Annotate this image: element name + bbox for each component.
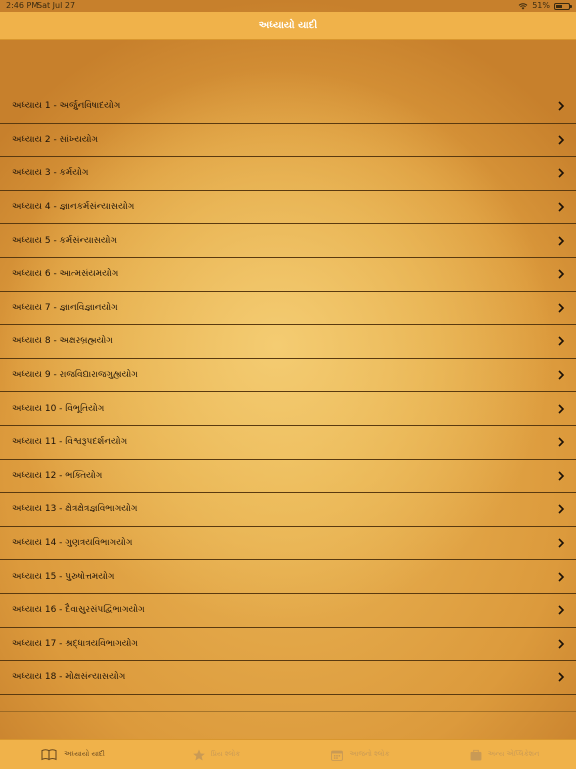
chevron-right-icon bbox=[558, 572, 565, 582]
chapter-label: અધ્યાય 4 - જ્ઞાનકર્મસંન્યાસયોગ bbox=[12, 202, 135, 213]
chevron-right-icon bbox=[558, 135, 565, 145]
chapter-label: અધ્યાય 12 - ભક્તિયોગ bbox=[12, 470, 103, 481]
chapter-label: અધ્યાય 3 - કર્મયોગ bbox=[12, 168, 89, 179]
book-icon bbox=[39, 748, 59, 762]
chapter-label: અધ્યાય 17 - શ્રદ્ધાત્રયવિભાગયોગ bbox=[12, 638, 138, 649]
chapter-label: અધ્યાય 11 - વિશ્વરૂપદર્શનયોગ bbox=[12, 437, 128, 448]
chevron-right-icon bbox=[558, 269, 565, 279]
chevron-right-icon bbox=[558, 168, 565, 179]
chapter-row[interactable]: અધ્યાય 4 - જ્ઞાનકર્મસંન્યાસયોગ bbox=[0, 191, 576, 225]
chapter-label: અધ્યાય 8 - અક્ષરબ્રહ્મયોગ bbox=[12, 336, 113, 347]
navigation-bar: અધ્યાયો યાદી bbox=[0, 12, 576, 40]
status-date: Sat Jul 27 bbox=[37, 1, 76, 10]
chevron-right-icon bbox=[558, 370, 565, 380]
chapter-row[interactable]: અધ્યાય 2 - સાંખ્યયોગ bbox=[0, 124, 576, 158]
tab-label: અધ્યાયો યાદી bbox=[64, 750, 105, 758]
chevron-right-icon bbox=[558, 471, 565, 481]
wifi-icon bbox=[518, 2, 528, 9]
list-bottom-divider bbox=[0, 711, 576, 712]
battery-icon bbox=[554, 2, 572, 10]
status-bar: 2:46 PM Sat Jul 27 51% bbox=[0, 0, 576, 12]
chapter-row[interactable]: અધ્યાય 10 - વિભૂતિયોગ bbox=[0, 392, 576, 426]
tab-calendar[interactable]: આજનો શ્લોક bbox=[288, 740, 432, 769]
chevron-right-icon bbox=[558, 404, 565, 414]
status-right: 51% bbox=[518, 0, 572, 12]
chevron-right-icon bbox=[558, 437, 565, 447]
tab-star[interactable]: પ્રિય શ્લોક bbox=[144, 740, 288, 769]
chapter-label: અધ્યાય 18 - મોક્ષસંન્યાસયોગ bbox=[12, 672, 126, 683]
chevron-right-icon bbox=[558, 101, 565, 111]
star-icon bbox=[192, 748, 206, 762]
chapter-row[interactable]: અધ્યાય 9 - રાજવિદ્યારાજગુહ્યયોગ bbox=[0, 359, 576, 393]
chapter-row[interactable]: અધ્યાય 8 - અક્ષરબ્રહ્મયોગ bbox=[0, 325, 576, 359]
battery-percent: 51% bbox=[532, 1, 550, 10]
chapter-row[interactable]: અધ્યાય 1 - અર્જુનવિષાદયોગ bbox=[0, 90, 576, 124]
tab-label: પ્રિય શ્લોક bbox=[210, 750, 241, 758]
apps-icon bbox=[469, 748, 483, 762]
chevron-right-icon bbox=[558, 538, 565, 548]
chapter-row[interactable]: અધ્યાય 6 - આત્મસંયમયોગ bbox=[0, 258, 576, 292]
chapter-label: અધ્યાય 15 - પુરુષોત્તમયોગ bbox=[12, 571, 115, 582]
chapter-row[interactable]: અધ્યાય 14 - ગુણત્રયવિભાગયોગ bbox=[0, 527, 576, 561]
chapter-label: અધ્યાય 16 - દૈવાસુરસંપદ્વિભાગયોગ bbox=[12, 605, 145, 616]
chevron-right-icon bbox=[558, 639, 565, 649]
chapter-row[interactable]: અધ્યાય 11 - વિશ્વરૂપદર્શનયોગ bbox=[0, 426, 576, 460]
chapter-row[interactable]: અધ્યાય 13 - ક્ષેત્રક્ષેત્રજ્ઞવિભાગયોગ bbox=[0, 493, 576, 527]
chevron-right-icon bbox=[558, 336, 565, 347]
chapter-row[interactable]: અધ્યાય 15 - પુરુષોત્તમયોગ bbox=[0, 560, 576, 594]
chapter-label: અધ્યાય 10 - વિભૂતિયોગ bbox=[12, 403, 105, 414]
status-time: 2:46 PM bbox=[6, 1, 39, 10]
chapter-label: અધ્યાય 14 - ગુણત્રયવિભાગયોગ bbox=[12, 538, 133, 549]
chapter-label: અધ્યાય 2 - સાંખ્યયોગ bbox=[12, 134, 99, 145]
chapter-label: અધ્યાય 7 - જ્ઞાનવિજ્ઞાનયોગ bbox=[12, 302, 118, 313]
chapter-label: અધ્યાય 6 - આત્મસંયમયોગ bbox=[12, 269, 119, 280]
chapter-row[interactable]: અધ્યાય 18 - મોક્ષસંન્યાસયોગ bbox=[0, 661, 576, 695]
tab-book[interactable]: અધ્યાયો યાદી bbox=[0, 740, 144, 769]
chapter-label: અધ્યાય 13 - ક્ષેત્રક્ષેત્રજ્ઞવિભાગયોગ bbox=[12, 504, 138, 515]
chevron-right-icon bbox=[558, 672, 565, 682]
chevron-right-icon bbox=[558, 605, 565, 615]
chapter-label: અધ્યાય 9 - રાજવિદ્યારાજગુહ્યયોગ bbox=[12, 370, 138, 381]
page-title: અધ્યાયો યાદી bbox=[258, 20, 318, 31]
chapter-row[interactable]: અધ્યાય 12 - ભક્તિયોગ bbox=[0, 460, 576, 494]
chapter-row[interactable]: અધ્યાય 3 - કર્મયોગ bbox=[0, 157, 576, 191]
calendar-icon bbox=[330, 748, 344, 762]
tab-apps[interactable]: અન્ય એપ્લિકેશન bbox=[432, 740, 576, 769]
chapter-row[interactable]: અધ્યાય 17 - શ્રદ્ધાત્રયવિભાગયોગ bbox=[0, 628, 576, 662]
tab-bar: અધ્યાયો યાદી પ્રિય શ્લોક આજનો શ્લોક અન્ય એપ… bbox=[0, 739, 576, 769]
chapter-list: અધ્યાય 1 - અર્જુનવિષાદયોગ અધ્યાય 2 - સાંખ… bbox=[0, 90, 576, 695]
chapter-row[interactable]: અધ્યાય 16 - દૈવાસુરસંપદ્વિભાગયોગ bbox=[0, 594, 576, 628]
chapter-row[interactable]: અધ્યાય 5 - કર્મસંન્યાસયોગ bbox=[0, 224, 576, 258]
chapter-row[interactable]: અધ્યાય 7 - જ્ઞાનવિજ્ઞાનયોગ bbox=[0, 292, 576, 326]
chapter-label: અધ્યાય 1 - અર્જુનવિષાદયોગ bbox=[12, 101, 121, 112]
chevron-right-icon bbox=[558, 504, 565, 514]
chapter-label: અધ્યાય 5 - કર્મસંન્યાસયોગ bbox=[12, 235, 118, 246]
tab-label: અન્ય એપ્લિકેશન bbox=[487, 750, 540, 758]
chevron-right-icon bbox=[558, 236, 565, 246]
chevron-right-icon bbox=[558, 202, 565, 212]
chevron-right-icon bbox=[558, 303, 565, 313]
tab-label: આજનો શ્લોક bbox=[349, 750, 390, 758]
